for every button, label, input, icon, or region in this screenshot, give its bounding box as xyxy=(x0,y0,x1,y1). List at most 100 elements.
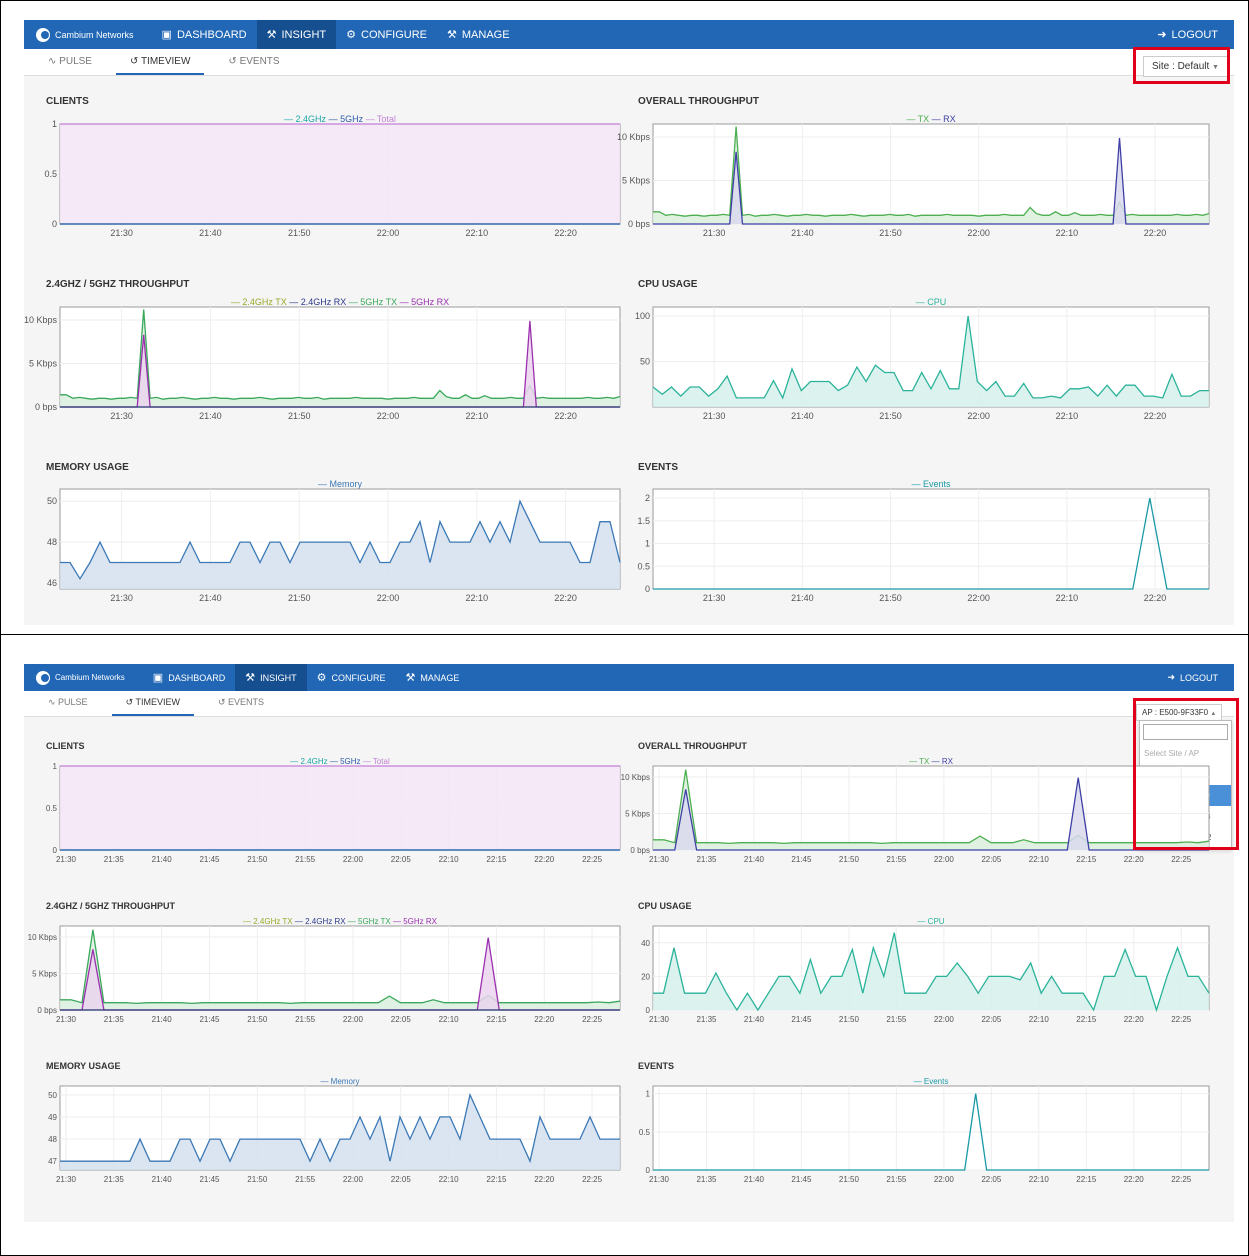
x-tick-label: 22:15 xyxy=(486,1175,507,1184)
x-tick-label: 21:55 xyxy=(886,1015,907,1024)
band-throughput-title: 2.4GHZ / 5GHZ THROUGHPUT xyxy=(46,279,190,290)
brand-logo[interactable]: Cambium Networks xyxy=(24,670,143,685)
cpu-usage-chart: 21:30 21:35 21:40 21:45 21:50 21:55 22:00 22:05… xyxy=(641,925,1210,1024)
overall-throughput-chart: 21:30 21:40 21:50 22:00 22:10 22:20 10 Kbps 5 K… xyxy=(617,123,1210,238)
band-throughput-chart: 21:30 21:35 21:40 21:45 21:50 21:55 22:00 22:05… xyxy=(28,925,621,1024)
separator xyxy=(0,634,1249,635)
legend-item[interactable]: — RX xyxy=(932,757,953,766)
legend-item[interactable]: — 2.4GHz xyxy=(284,114,329,124)
brand-logo[interactable]: Cambium Networks xyxy=(24,27,152,42)
y-tick-label: 1 xyxy=(52,119,57,129)
tab-events[interactable]: ↺ EVENTS xyxy=(214,56,293,75)
x-tick-label: 21:30 xyxy=(110,411,133,421)
legend-item[interactable]: — Total xyxy=(366,114,396,124)
legend-item[interactable]: — 2.4GHz TX xyxy=(231,297,289,307)
x-tick-label: 21:30 xyxy=(703,411,726,421)
y-tick-label: 5 Kbps xyxy=(625,809,650,818)
tab-timeview-label: TIMEVIEW xyxy=(140,56,191,67)
legend-item[interactable]: — 5GHz xyxy=(329,114,366,124)
monitor-icon: ▣ xyxy=(152,672,164,684)
nav-manage[interactable]: ⚒ MANAGE xyxy=(437,20,520,49)
y-tick-label: 1 xyxy=(646,1090,651,1099)
legend-item[interactable]: — 2.4GHz TX xyxy=(243,917,295,926)
legend-item[interactable]: — 2.4GHz RX xyxy=(289,297,349,307)
nav-insight[interactable]: ⚒ INSIGHT xyxy=(256,20,337,49)
events-legend: — Events xyxy=(653,479,1209,489)
legend-item[interactable]: — TX xyxy=(906,114,931,124)
x-tick-label: 21:50 xyxy=(288,593,311,603)
nav-dashboard[interactable]: ▣ DASHBOARD xyxy=(143,664,235,691)
y-tick-label: 0 bps xyxy=(630,846,650,855)
legend-item[interactable]: — 5GHz RX xyxy=(400,297,450,307)
legend-item[interactable]: — 2.4GHz RX xyxy=(295,917,348,926)
tab-pulse[interactable]: ∿ PULSE xyxy=(34,697,102,716)
x-tick-label: 22:10 xyxy=(1029,1015,1050,1024)
legend-item[interactable]: — 5GHz xyxy=(330,757,363,766)
x-tick-label: 21:50 xyxy=(839,1175,860,1184)
band-throughput-chart: 21:30 21:40 21:50 22:00 22:10 22:20 10 Kbps 5 K… xyxy=(24,306,621,421)
x-tick-label: 21:40 xyxy=(199,593,222,603)
dashboard-panel-1: Cambium Networks ▣ DASHBOARD ⚒ INSIGHT ⚙ CO… xyxy=(24,20,1234,625)
legend-item[interactable]: — 5GHz TX xyxy=(348,917,393,926)
tab-timeview[interactable]: ↺ TIMEVIEW xyxy=(111,697,194,716)
x-tick-label: 21:40 xyxy=(152,1175,173,1184)
y-tick-label: 40 xyxy=(641,939,650,948)
nav-configure[interactable]: ⚙ CONFIGURE xyxy=(307,664,396,691)
x-tick-label: 21:55 xyxy=(886,855,907,864)
tab-pulse-label: PULSE xyxy=(58,697,88,707)
x-tick-label: 21:45 xyxy=(199,1175,220,1184)
nav-dashboard-label: DASHBOARD xyxy=(168,672,226,683)
legend-item[interactable]: — RX xyxy=(932,114,956,124)
tab-pulse[interactable]: ∿ PULSE xyxy=(34,56,106,75)
legend-item[interactable]: — Events xyxy=(911,479,950,489)
clients-chart: 21:30 21:40 21:50 22:00 22:10 22:20 1 0.5 0 xyxy=(44,119,621,238)
history-icon: ↺ xyxy=(217,697,228,707)
x-tick-label: 21:30 xyxy=(649,1175,670,1184)
legend-item[interactable]: — 2.4GHz xyxy=(290,757,330,766)
y-tick-label: 0 xyxy=(646,1166,651,1175)
legend-item[interactable]: — 5GHz RX xyxy=(393,917,437,926)
top-navbar: Cambium Networks ▣ DASHBOARD ⚒ INSIGHT ⚙ CO… xyxy=(24,20,1234,49)
legend-item[interactable]: — Events xyxy=(914,1077,949,1086)
legend-item[interactable]: — Memory xyxy=(320,1077,359,1086)
y-tick-label: 49 xyxy=(48,1113,57,1122)
y-tick-label: 1.5 xyxy=(637,516,650,526)
legend-item[interactable]: — Total xyxy=(363,757,390,766)
x-tick-label: 21:35 xyxy=(696,1015,717,1024)
sub-tabs: ∿ PULSE ↺ TIMEVIEW ↺ EVENTS xyxy=(24,49,1234,76)
x-tick-label: 21:30 xyxy=(110,593,133,603)
y-tick-label: 1 xyxy=(53,762,58,771)
pulse-icon: ∿ xyxy=(48,697,59,707)
y-tick-label: 0 bps xyxy=(37,1006,57,1015)
x-tick-label: 21:30 xyxy=(649,1015,670,1024)
legend-item[interactable]: — Memory xyxy=(318,479,362,489)
x-tick-label: 21:50 xyxy=(839,1015,860,1024)
legend-item[interactable]: — 5GHz TX xyxy=(349,297,400,307)
y-tick-label: 48 xyxy=(47,537,57,547)
plot-area xyxy=(59,925,621,1011)
logout-icon: ➜ xyxy=(1167,672,1175,682)
logout-button[interactable]: ➜ LOGOUT xyxy=(1167,672,1234,683)
nav-configure[interactable]: ⚙ CONFIGURE xyxy=(336,20,437,49)
legend-item[interactable]: — CPU xyxy=(916,297,947,307)
x-tick-label: 21:35 xyxy=(104,1175,125,1184)
legend-item[interactable]: — TX xyxy=(909,757,932,766)
nav-insight[interactable]: ⚒ INSIGHT xyxy=(235,664,307,691)
history-icon: ↺ xyxy=(228,56,240,67)
x-tick-label: 22:00 xyxy=(967,411,990,421)
legend-item[interactable]: — CPU xyxy=(917,917,944,926)
x-tick-label: 21:40 xyxy=(199,411,222,421)
y-tick-label: 50 xyxy=(640,357,650,367)
highlight-box xyxy=(1133,698,1239,850)
logout-button[interactable]: ➜ LOGOUT xyxy=(1157,28,1234,42)
x-tick-label: 21:40 xyxy=(199,228,222,238)
x-tick-label: 21:30 xyxy=(703,228,726,238)
nav-manage[interactable]: ⚒ MANAGE xyxy=(395,664,469,691)
y-tick-label: 0 xyxy=(52,219,57,229)
tab-timeview[interactable]: ↺ TIMEVIEW xyxy=(115,56,205,75)
events-title: EVENTS xyxy=(638,462,679,473)
x-tick-label: 22:10 xyxy=(439,1015,460,1024)
tab-events[interactable]: ↺ EVENTS xyxy=(204,697,278,716)
y-tick-label: 10 Kbps xyxy=(617,132,651,142)
nav-dashboard[interactable]: ▣ DASHBOARD xyxy=(152,20,257,49)
